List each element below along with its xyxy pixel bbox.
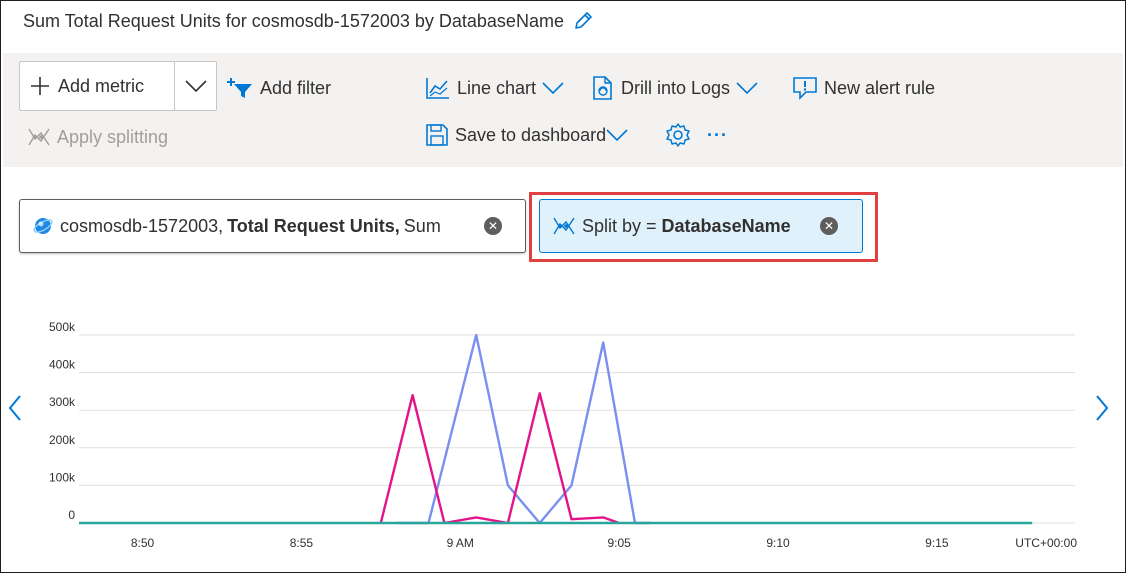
x-tick-label: 9 AM bbox=[447, 536, 474, 550]
add-metric-dropdown[interactable] bbox=[174, 62, 216, 110]
x-tick-label: 9:05 bbox=[607, 536, 631, 550]
timezone-label: UTC+00:00 bbox=[1015, 536, 1077, 550]
y-tick-label: 500k bbox=[49, 320, 76, 334]
drill-into-logs-label: Drill into Logs bbox=[621, 77, 731, 98]
split-pill[interactable]: Split by = DatabaseName ✕ bbox=[539, 199, 863, 253]
y-tick-label: 0 bbox=[68, 508, 75, 522]
splitting-icon bbox=[27, 125, 51, 149]
logs-icon bbox=[591, 75, 615, 101]
split-prefix: Split by = bbox=[582, 215, 657, 236]
split-value: DatabaseName bbox=[661, 215, 791, 236]
series-line bbox=[396, 333, 651, 525]
y-tick-label: 300k bbox=[49, 395, 76, 409]
metric-pill-text: cosmosdb-1572003, Total Request Units, Sum bbox=[60, 216, 441, 237]
filter-add-icon bbox=[226, 76, 254, 100]
metric-aggregation: Sum bbox=[403, 215, 441, 236]
add-filter-label: Add filter bbox=[260, 77, 332, 98]
x-tick-label: 9:15 bbox=[925, 536, 949, 550]
chevron-down-icon bbox=[606, 128, 628, 142]
new-alert-rule-button[interactable]: New alert rule bbox=[792, 73, 935, 103]
more-options-label: ··· bbox=[707, 124, 728, 145]
line-chart-button[interactable]: Line chart bbox=[425, 73, 564, 103]
x-tick-label: 8:55 bbox=[290, 536, 314, 550]
plus-icon bbox=[30, 76, 50, 96]
split-pill-text: Split by = DatabaseName bbox=[582, 216, 791, 237]
metric-resource: cosmosdb-1572003, bbox=[60, 215, 224, 236]
chevron-down-icon bbox=[184, 79, 207, 93]
chevron-down-icon bbox=[542, 81, 564, 95]
splitting-icon bbox=[552, 214, 576, 238]
save-icon bbox=[425, 123, 449, 147]
new-alert-rule-label: New alert rule bbox=[824, 77, 936, 98]
chart-panel: Sum Total Request Units for cosmosdb-157… bbox=[0, 0, 1126, 573]
metric-pill[interactable]: cosmosdb-1572003, Total Request Units, Sum… bbox=[19, 199, 526, 253]
metric-name: Total Request Units, bbox=[227, 215, 400, 236]
drill-into-logs-button[interactable]: Drill into Logs bbox=[591, 73, 758, 103]
toolbar: Add metric Add filter Apply splitting Li… bbox=[3, 53, 1123, 167]
chevron-down-icon bbox=[736, 81, 758, 95]
metric-remove-icon[interactable]: ✕ bbox=[484, 217, 502, 235]
apply-splitting-label: Apply splitting bbox=[57, 126, 169, 147]
more-options-button[interactable]: ··· bbox=[707, 120, 728, 150]
chart-title: Sum Total Request Units for cosmosdb-157… bbox=[23, 10, 564, 31]
apply-splitting-button[interactable]: Apply splitting bbox=[27, 122, 168, 152]
split-remove-icon[interactable]: ✕ bbox=[820, 217, 838, 235]
x-tick-label: 8:50 bbox=[131, 536, 155, 550]
add-metric-button[interactable]: Add metric bbox=[19, 61, 217, 111]
title-row: Sum Total Request Units for cosmosdb-157… bbox=[23, 9, 594, 33]
y-tick-label: 400k bbox=[49, 358, 76, 372]
line-chart-label: Line chart bbox=[457, 77, 537, 98]
add-filter-button[interactable]: Add filter bbox=[226, 73, 331, 103]
add-metric-main[interactable]: Add metric bbox=[20, 62, 174, 110]
save-to-dashboard-label: Save to dashboard bbox=[455, 124, 607, 145]
line-chart: 500k 400k 300k 200k 100k 0 8:50 8:55 9 AM 9:05 9:1… bbox=[49, 320, 1077, 550]
add-metric-label: Add metric bbox=[58, 75, 145, 96]
cosmosdb-icon bbox=[32, 215, 54, 237]
alert-icon bbox=[792, 76, 818, 100]
y-tick-label: 200k bbox=[49, 433, 76, 447]
series-line bbox=[379, 392, 620, 525]
settings-button[interactable] bbox=[665, 120, 691, 150]
save-to-dashboard-button[interactable]: Save to dashboard bbox=[425, 120, 628, 150]
gear-icon bbox=[665, 122, 691, 148]
y-tick-label: 100k bbox=[49, 470, 76, 484]
line-chart-icon bbox=[425, 76, 451, 100]
x-tick-label: 9:10 bbox=[766, 536, 790, 550]
pencil-icon[interactable] bbox=[572, 10, 594, 32]
